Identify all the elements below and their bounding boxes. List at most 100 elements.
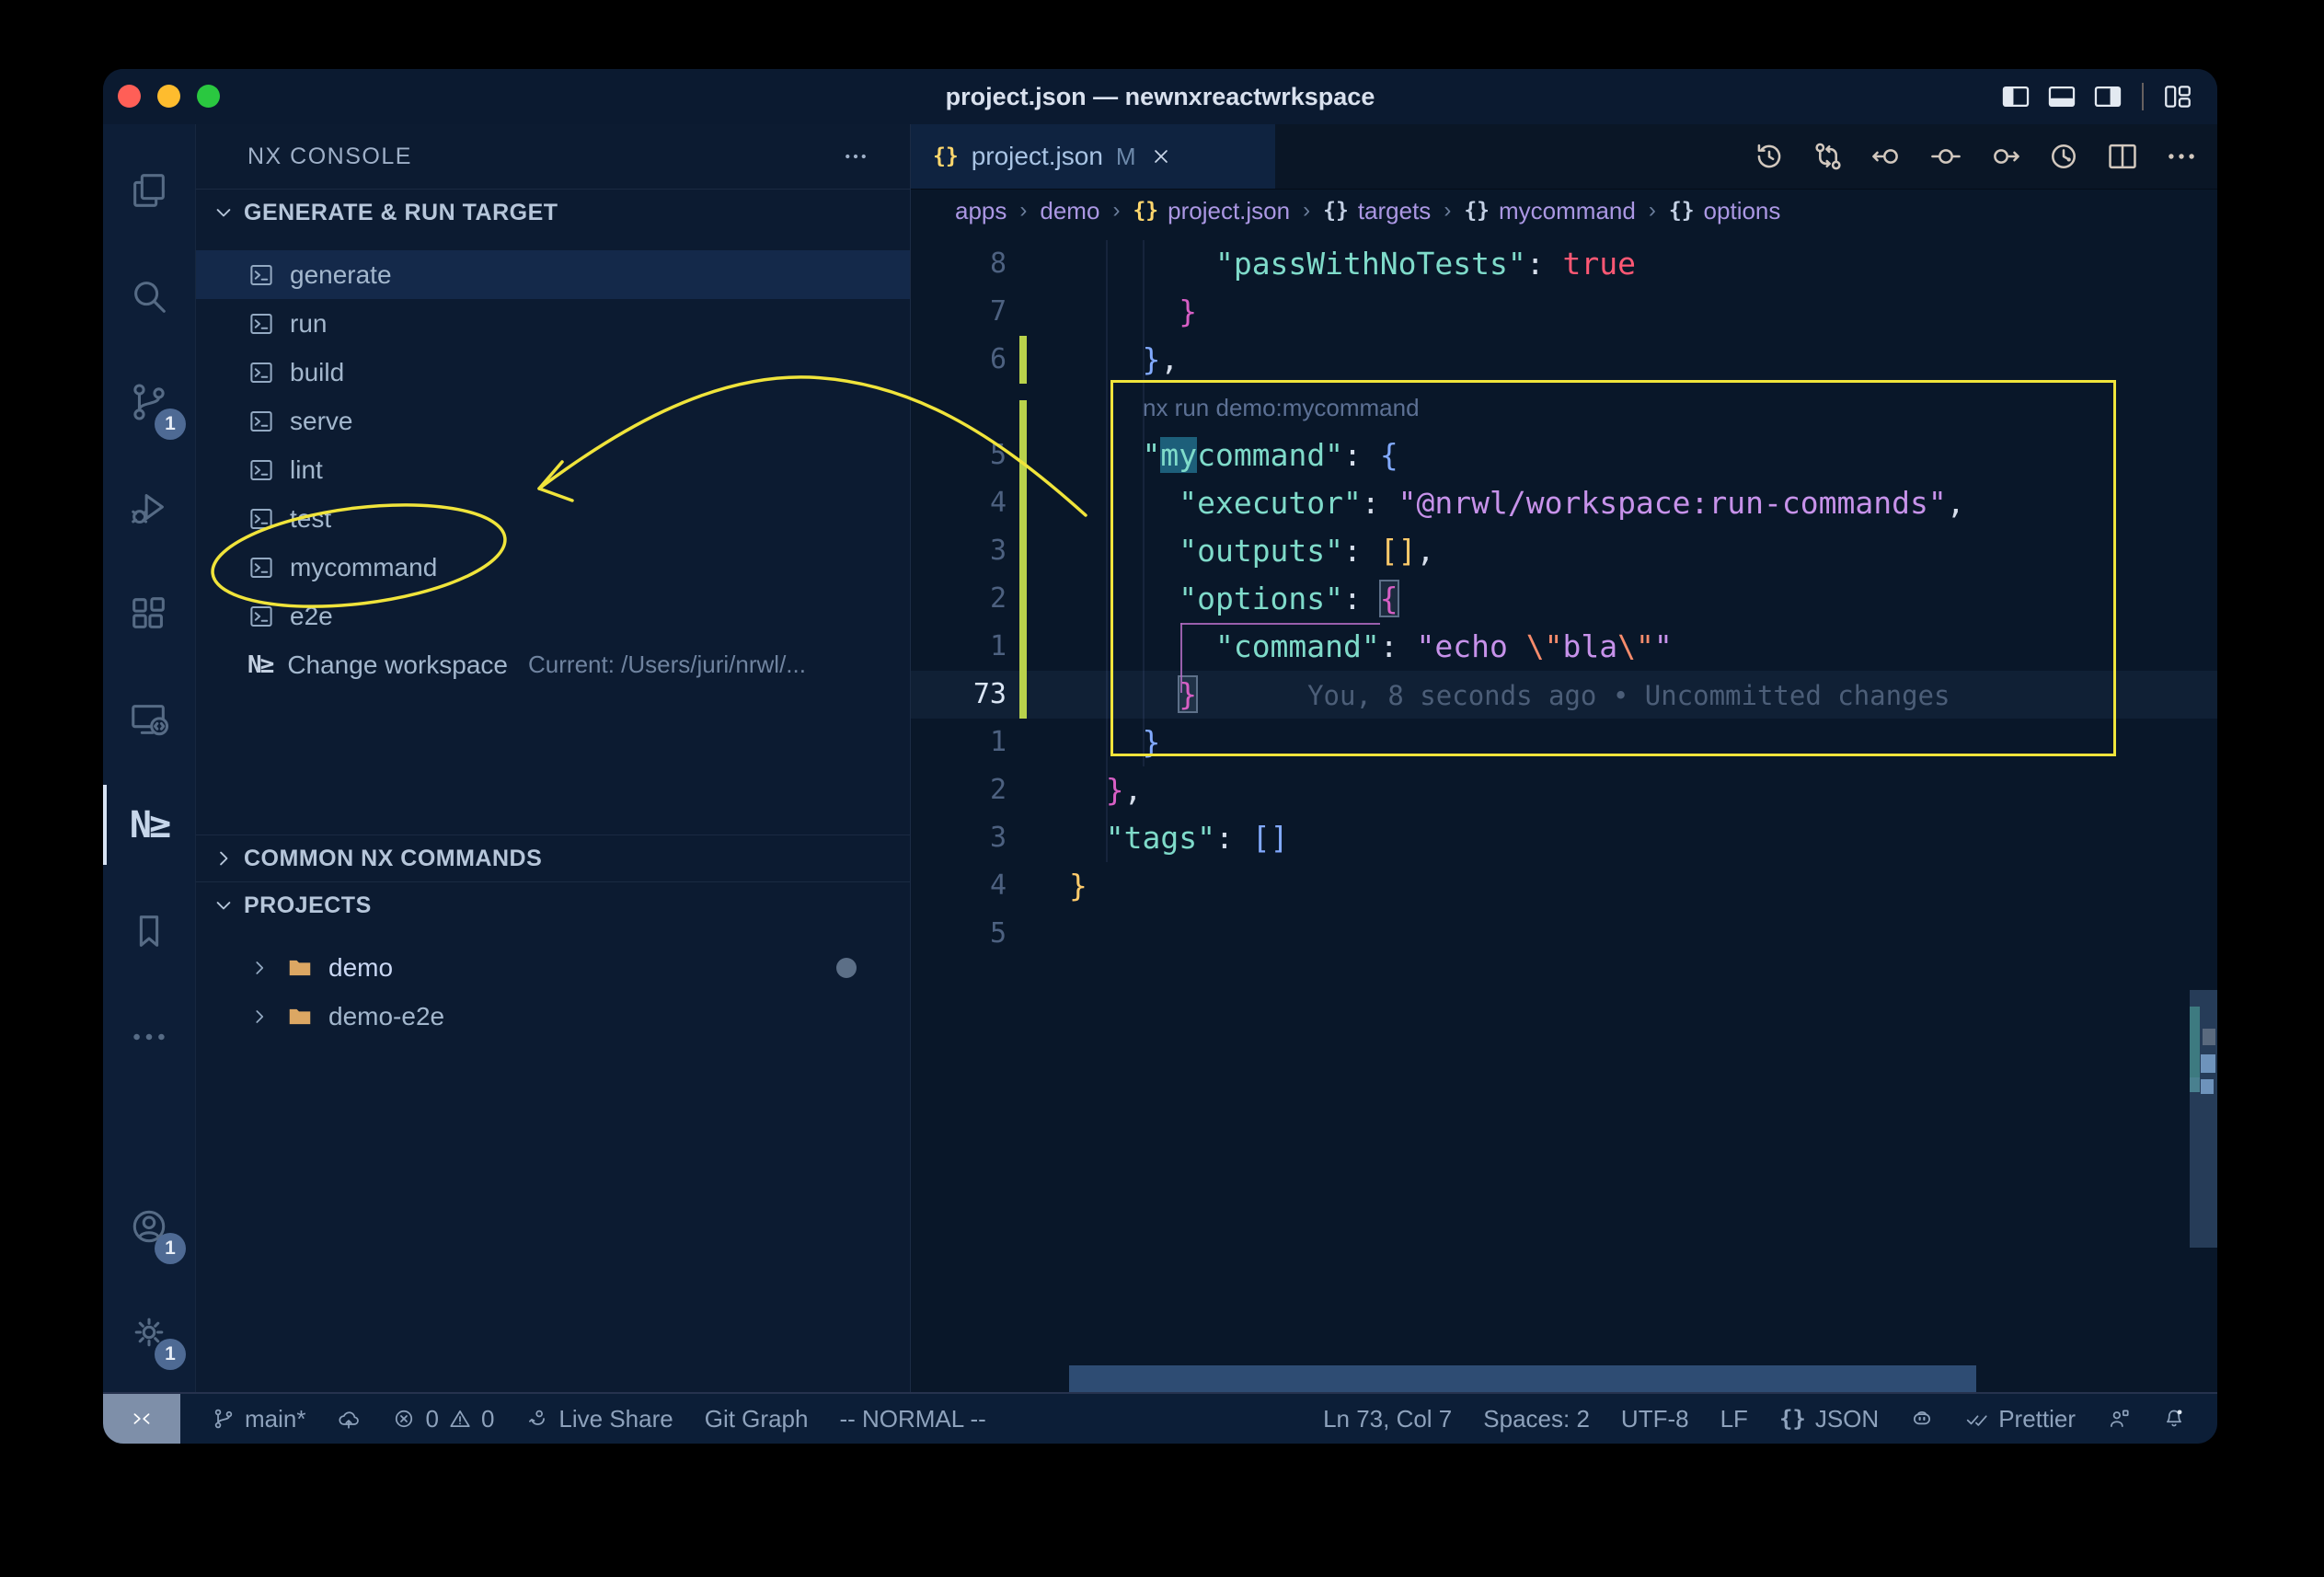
vertical-scrollbar[interactable] — [2190, 990, 2217, 1248]
sidebar-item-lint[interactable]: lint — [196, 445, 910, 494]
status-item-prettier[interactable]: Prettier — [1965, 1405, 2076, 1433]
sidebar-item-e2e[interactable]: e2e — [196, 592, 910, 640]
activity-bar-item-search[interactable] — [103, 243, 195, 349]
sidebar-item-serve[interactable]: serve — [196, 397, 910, 445]
code-token: } — [1142, 341, 1160, 377]
code-token: } — [1069, 868, 1087, 904]
section-header-generate-run-target[interactable]: GENERATE & RUN TARGET — [196, 189, 910, 236]
activity-bar-item-accounts[interactable]: 1 — [103, 1173, 195, 1279]
breadcrumb-item-options[interactable]: {}options — [1669, 197, 1781, 225]
sidebar-item-demo[interactable]: demo — [196, 943, 910, 992]
activity-bar-item-bookmarks[interactable] — [103, 878, 195, 984]
sidebar-item-generate[interactable]: generate — [196, 250, 910, 299]
prev-change-icon — [1870, 139, 1904, 174]
status-item-git-branch[interactable]: main* — [212, 1405, 305, 1433]
status-item-language-mode[interactable]: {}JSON — [1779, 1405, 1879, 1433]
breadcrumb-label: demo — [1040, 197, 1099, 225]
status-item-encoding[interactable]: UTF-8 — [1621, 1405, 1689, 1433]
sidebar-item-run[interactable]: run — [196, 299, 910, 348]
code-line[interactable]: 3 "tags": [] — [911, 814, 2217, 862]
code-line[interactable]: 7 } — [911, 288, 2217, 336]
breadcrumb-item-mycommand[interactable]: {}mycommand — [1464, 197, 1636, 225]
status-item-problems[interactable]: 00 — [392, 1405, 494, 1433]
more-actions-button[interactable] — [2164, 139, 2199, 174]
activity-bar-item-nx-console[interactable]: N≥ — [103, 772, 195, 878]
history-icon — [1752, 139, 1787, 174]
warning-icon — [448, 1407, 472, 1431]
code-line[interactable]: 2 "options": { — [911, 575, 2217, 623]
codelens-command[interactable]: nx run demo:mycommand — [1069, 384, 1420, 432]
tab-close-icon[interactable] — [1149, 144, 1173, 168]
previous-change-button[interactable] — [1870, 139, 1904, 174]
horizontal-scrollbar[interactable] — [1069, 1365, 1976, 1392]
status-item-cursor-position[interactable]: Ln 73, Col 7 — [1323, 1405, 1452, 1433]
sidebar-item-demo-e2e[interactable]: demo-e2e — [196, 992, 910, 1041]
breadcrumb-item-apps[interactable]: apps — [955, 197, 1007, 225]
codelens-line[interactable]: nx run demo:mycommand — [911, 384, 2217, 432]
sidebar-more-actions-icon[interactable] — [842, 143, 869, 170]
panel-left-icon — [2000, 81, 2031, 112]
status-item-feedback[interactable] — [2107, 1407, 2131, 1431]
status-item-publish-changes[interactable] — [337, 1407, 361, 1431]
breadcrumb-label: mycommand — [1499, 197, 1636, 225]
code-line[interactable]: 6 }, — [911, 336, 2217, 384]
breadcrumb-item-targets[interactable]: {}targets — [1323, 197, 1431, 225]
tab-project-json[interactable]: {} project.json M — [911, 124, 1275, 189]
badge: 1 — [155, 409, 186, 440]
toggle-panel-left-button[interactable] — [2000, 81, 2031, 112]
status-label: Prettier — [1998, 1405, 2076, 1433]
code-token: "passWithNoTests" — [1215, 246, 1526, 282]
section-header-projects[interactable]: PROJECTS — [196, 881, 910, 928]
code-line[interactable]: 5 — [911, 910, 2217, 958]
activity-bar-item-explorer[interactable] — [103, 137, 195, 243]
code-line[interactable]: 4} — [911, 862, 2217, 910]
terminal-icon — [247, 408, 275, 435]
code-editor[interactable]: 8 "passWithNoTests": true7 }6 },nx run d… — [911, 232, 2217, 1392]
branch-icon — [212, 1407, 236, 1431]
status-item-eol[interactable]: LF — [1720, 1405, 1748, 1433]
sidebar-item-build[interactable]: build — [196, 348, 910, 397]
activity-bar-item-extensions[interactable] — [103, 560, 195, 666]
activity-bar-item-more-views[interactable] — [103, 984, 195, 1089]
status-item-remote-indicator[interactable] — [103, 1394, 180, 1444]
split-editor-button[interactable] — [2105, 139, 2140, 174]
code-token: : — [1526, 246, 1563, 282]
breadcrumb-item-project-json[interactable]: {}project.json — [1133, 197, 1290, 225]
toggle-panel-right-button[interactable] — [2092, 81, 2123, 112]
activity-bar-item-remote-explorer[interactable] — [103, 666, 195, 772]
code-line[interactable]: 1 "command": "echo \"bla\"" — [911, 623, 2217, 671]
toggle-layouts-button[interactable] — [2162, 81, 2193, 112]
sidebar-item-mycommand[interactable]: mycommand — [196, 543, 910, 592]
activity-bar-item-source-control[interactable]: 1 — [103, 349, 195, 455]
code-line[interactable]: 73 }You, 8 seconds ago • Uncommitted cha… — [911, 671, 2217, 719]
status-item-git-graph[interactable]: Git Graph — [705, 1405, 809, 1433]
code-line[interactable]: 8 "passWithNoTests": true — [911, 240, 2217, 288]
sidebar-item-change-workspace[interactable]: N≥Change workspaceCurrent: /Users/juri/n… — [196, 640, 910, 689]
status-item-vim-mode[interactable]: -- NORMAL -- — [839, 1405, 985, 1433]
next-change-button[interactable] — [1987, 139, 2022, 174]
timeline-button[interactable] — [1752, 139, 1787, 174]
breadcrumb-item-demo[interactable]: demo — [1040, 197, 1099, 225]
status-item-indentation[interactable]: Spaces: 2 — [1483, 1405, 1590, 1433]
code-line[interactable]: 1 } — [911, 719, 2217, 766]
code-line[interactable]: 2 }, — [911, 766, 2217, 814]
file-history-button[interactable] — [2046, 139, 2081, 174]
status-item-copilot[interactable] — [1910, 1407, 1934, 1431]
status-item-notifications[interactable] — [2162, 1407, 2186, 1431]
toggle-panel-bottom-button[interactable] — [2046, 81, 2077, 112]
sidebar-item-test[interactable]: test — [196, 494, 910, 543]
code-line[interactable]: 3 "outputs": [], — [911, 527, 2217, 575]
section-header-common-nx-commands[interactable]: COMMON NX COMMANDS — [196, 835, 910, 881]
chevron-right-icon — [247, 1005, 271, 1029]
status-item-live-share[interactable]: Live Share — [525, 1405, 673, 1433]
activity-bar-item-settings[interactable]: 1 — [103, 1279, 195, 1385]
code-token: " — [1654, 628, 1673, 664]
code-line[interactable]: 5 "mycommand": { — [911, 432, 2217, 479]
code-line[interactable]: 4 "executor": "@nrwl/workspace:run-comma… — [911, 479, 2217, 527]
open-changes-button[interactable] — [1928, 139, 1963, 174]
status-label: Ln 73, Col 7 — [1323, 1405, 1452, 1433]
code-token: : — [1362, 485, 1398, 521]
compare-changes-button[interactable] — [1811, 139, 1846, 174]
activity-bar-item-run-debug[interactable] — [103, 455, 195, 560]
json-symbol-icon: {} — [1133, 199, 1158, 223]
